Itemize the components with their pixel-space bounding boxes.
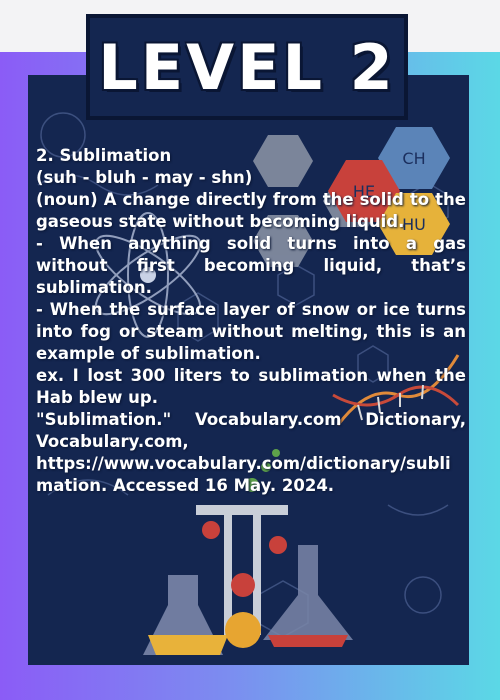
entry-citation-line-1: "Sublimation." Vocabulary.com Dictionary… [36, 410, 466, 451]
entry-citation-line-2: https://www.vocabulary.com/dictionary/su… [36, 454, 451, 495]
entry-sentence: ex. I lost 300 liters to sublimation whe… [36, 366, 466, 407]
vocabulary-entry: 2. Sublimation (suh - bluh - may - shn) … [36, 145, 466, 497]
entry-example-1: - When anything solid turns into a gas w… [36, 234, 466, 297]
page-title: LEVEL 2 [98, 30, 396, 104]
entry-heading: 2. Sublimation [36, 146, 172, 165]
entry-example-2: - When the surface layer of snow or ice … [36, 300, 466, 363]
title-banner: LEVEL 2 [86, 14, 408, 120]
entry-pronunciation: (suh - bluh - may - shn) [36, 168, 253, 187]
entry-definition: (noun) A change directly from the solid … [36, 190, 466, 231]
